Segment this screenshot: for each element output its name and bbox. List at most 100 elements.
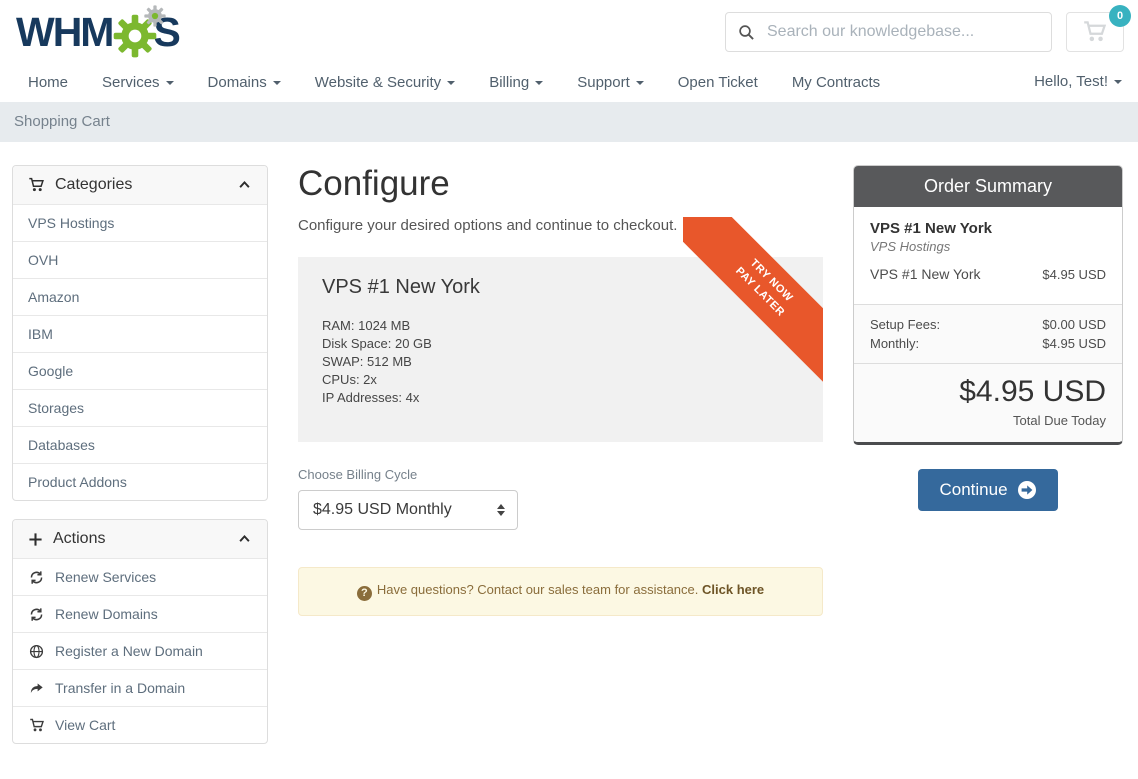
total-amount: $4.95 USD: [870, 374, 1106, 410]
category-item-amazon: Amazon: [13, 278, 267, 315]
refresh-icon: [28, 570, 45, 585]
categories-panel: Categories VPS HostingsOVHAmazonIBMGoogl…: [12, 165, 268, 501]
question-circle-icon: ?: [357, 586, 372, 601]
chevron-up-icon: [237, 532, 252, 546]
nav-item-home[interactable]: Home: [28, 74, 68, 91]
category-item-ibm: IBM: [13, 315, 267, 352]
fee-row-monthly: Monthly:$4.95 USD: [870, 334, 1106, 353]
category-link-storages[interactable]: Storages: [13, 390, 267, 426]
action-link-register-a-new-domain[interactable]: Register a New Domain: [13, 633, 267, 669]
category-link-amazon[interactable]: Amazon: [13, 279, 267, 315]
action-item-view-cart: View Cart: [13, 706, 267, 743]
summary-line-item: VPS #1 New York $4.95 USD: [870, 266, 1106, 294]
search-icon: [738, 24, 755, 41]
action-link-renew-services[interactable]: Renew Services: [13, 559, 267, 595]
fee-row-setup-fees: Setup Fees:$0.00 USD: [870, 315, 1106, 334]
nav-item-website-security[interactable]: Website & Security: [315, 74, 455, 91]
category-item-vps-hostings: VPS Hostings: [13, 204, 267, 241]
action-link-renew-domains[interactable]: Renew Domains: [13, 596, 267, 632]
cart-button[interactable]: 0: [1066, 12, 1124, 52]
knowledgebase-search: [725, 12, 1052, 52]
line-item-label: VPS #1 New York: [870, 266, 981, 282]
spec-line: Disk Space: 20 GB: [322, 335, 799, 353]
click-here-link[interactable]: Click here: [702, 582, 764, 597]
order-summary-column: Order Summary VPS #1 New York VPS Hostin…: [853, 165, 1123, 511]
actions-panel-header[interactable]: Actions: [13, 520, 267, 558]
category-link-databases[interactable]: Databases: [13, 427, 267, 463]
chevron-down-icon: [273, 81, 281, 85]
action-item-register-a-new-domain: Register a New Domain: [13, 632, 267, 669]
whmcs-logo[interactable]: WHM: [16, 8, 179, 56]
actions-panel: Actions Renew ServicesRenew DomainsRegis…: [12, 519, 268, 744]
categories-title: Categories: [55, 176, 132, 194]
category-item-databases: Databases: [13, 426, 267, 463]
spec-line: CPUs: 2x: [322, 371, 799, 389]
logo-text-whm: WHM: [16, 12, 112, 53]
category-link-google[interactable]: Google: [13, 353, 267, 389]
billing-cycle-value: $4.95 USD Monthly: [313, 501, 452, 519]
actions-title: Actions: [53, 530, 105, 548]
spec-line: SWAP: 512 MB: [322, 353, 799, 371]
chevron-down-icon: [535, 81, 543, 85]
cart-icon: [28, 177, 45, 193]
page-subtitle: Configure your desired options and conti…: [298, 217, 823, 234]
category-item-storages: Storages: [13, 389, 267, 426]
chevron-down-icon: [447, 81, 455, 85]
product-panel: TRY NOWPAY LATER VPS #1 New York RAM: 10…: [298, 257, 823, 442]
action-item-transfer-in-a-domain: Transfer in a Domain: [13, 669, 267, 706]
category-item-product-addons: Product Addons: [13, 463, 267, 500]
page: WHM: [0, 0, 1138, 779]
nav-item-services[interactable]: Services: [102, 74, 174, 91]
category-link-product-addons[interactable]: Product Addons: [13, 464, 267, 500]
globe-icon: [28, 644, 45, 659]
continue-button[interactable]: Continue: [918, 469, 1057, 511]
plus-icon: [28, 532, 43, 547]
search-input[interactable]: [765, 22, 1039, 42]
category-link-ovh[interactable]: OVH: [13, 242, 267, 278]
order-summary-panel: Order Summary VPS #1 New York VPS Hostin…: [853, 165, 1123, 445]
total-label: Total Due Today: [870, 413, 1106, 428]
spec-line: RAM: 1024 MB: [322, 317, 799, 335]
cart-icon: [1082, 20, 1108, 44]
order-summary-title: Order Summary: [854, 166, 1122, 207]
summary-product-group: VPS Hostings: [870, 239, 1106, 254]
product-name: VPS #1 New York: [322, 276, 799, 299]
share-icon: [28, 681, 45, 696]
category-link-ibm[interactable]: IBM: [13, 316, 267, 352]
summary-total-section: $4.95 USD Total Due Today: [854, 363, 1122, 442]
summary-product-name: VPS #1 New York: [870, 220, 1106, 237]
sales-assistance-alert: ? Have questions? Contact our sales team …: [298, 567, 823, 616]
main-content: Configure Configure your desired options…: [298, 165, 823, 616]
category-item-ovh: OVH: [13, 241, 267, 278]
nav-item-open-ticket[interactable]: Open Ticket: [678, 74, 758, 91]
action-link-view-cart[interactable]: View Cart: [13, 707, 267, 743]
cart-icon: [28, 718, 45, 733]
nav-item-domains[interactable]: Domains: [208, 74, 281, 91]
main-nav: Home Services Domains Website & Security Bil…: [0, 62, 1138, 102]
spec-line: IP Addresses: 4x: [322, 389, 799, 407]
account-menu[interactable]: Hello, Test!: [1034, 73, 1122, 90]
action-item-renew-domains: Renew Domains: [13, 595, 267, 632]
billing-cycle-select[interactable]: $4.95 USD Monthly: [298, 490, 518, 530]
chevron-down-icon: [166, 81, 174, 85]
chevron-down-icon: [636, 81, 644, 85]
chevron-up-icon: [237, 178, 252, 192]
action-link-transfer-in-a-domain[interactable]: Transfer in a Domain: [13, 670, 267, 706]
refresh-icon: [28, 607, 45, 622]
billing-cycle-label: Choose Billing Cycle: [298, 467, 823, 482]
nav-item-support[interactable]: Support: [577, 74, 644, 91]
action-item-renew-services: Renew Services: [13, 558, 267, 595]
categories-panel-header[interactable]: Categories: [13, 166, 267, 204]
nav-item-billing[interactable]: Billing: [489, 74, 543, 91]
alert-text: Have questions? Contact our sales team f…: [377, 582, 699, 597]
category-item-google: Google: [13, 352, 267, 389]
small-gear-icon: [144, 5, 166, 27]
cart-count-badge: 0: [1109, 5, 1131, 27]
line-item-price: $4.95 USD: [1042, 267, 1106, 282]
breadcrumb: Shopping Cart: [0, 102, 1138, 142]
category-link-vps-hostings[interactable]: VPS Hostings: [13, 205, 267, 241]
nav-item-my-contracts[interactable]: My Contracts: [792, 74, 880, 91]
sidebar: Categories VPS HostingsOVHAmazonIBMGoogl…: [12, 165, 268, 762]
site-header: WHM: [0, 0, 1138, 102]
page-title: Configure: [298, 165, 823, 204]
